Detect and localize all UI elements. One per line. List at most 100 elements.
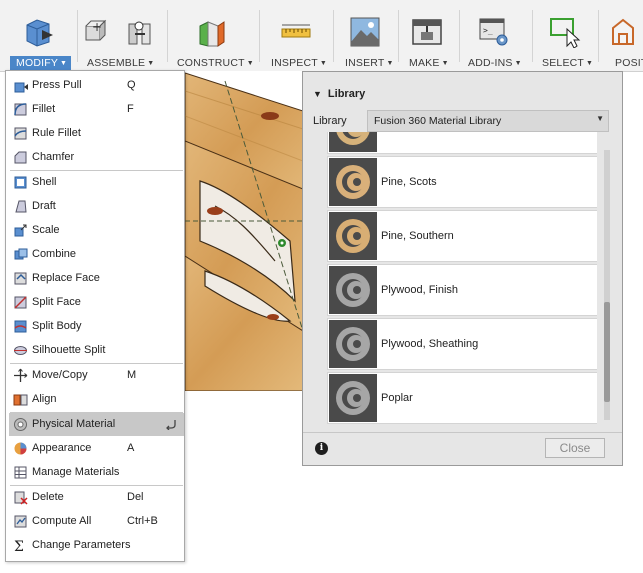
toolbar-group-add-ins[interactable]: >_ ADD-INS ▼ xyxy=(460,0,530,71)
menu-item-split-face[interactable]: Split Face xyxy=(9,291,184,314)
menu-item-combine[interactable]: Combine xyxy=(9,243,184,266)
shell-icon xyxy=(14,176,27,189)
material-row-plywood-sheathing[interactable]: Plywood, Sheathing xyxy=(327,318,597,370)
svg-text:>_: >_ xyxy=(483,26,493,35)
toolbar-group-modify[interactable]: MODIFY ▼ xyxy=(0,0,76,71)
select-icon xyxy=(550,18,581,48)
material-name: Poplar xyxy=(381,392,413,404)
library-select[interactable]: Fusion 360 Material Library ▼ xyxy=(367,110,609,132)
collapse-triangle-icon[interactable]: ▼ xyxy=(313,89,322,99)
menu-item-draft[interactable]: Draft xyxy=(9,195,184,218)
svg-text:+: + xyxy=(92,20,102,34)
menu-item-scale[interactable]: Scale xyxy=(9,219,184,242)
split-body-icon xyxy=(14,320,27,333)
menu-item-shell[interactable]: Shell xyxy=(9,171,184,194)
menu-item-label: Replace Face xyxy=(32,272,100,284)
menu-item-label: Shell xyxy=(32,176,57,188)
menu-item-split-body[interactable]: Split Body xyxy=(9,315,184,338)
material-row-pine-southern[interactable]: Pine, Southern xyxy=(327,210,597,262)
menu-item-label: Rule Fillet xyxy=(32,127,81,139)
inspect-icon xyxy=(281,24,311,38)
material-swatch-icon xyxy=(329,374,377,422)
menu-item-shortcut: A xyxy=(127,442,135,454)
canvas-viewport[interactable] xyxy=(185,71,303,391)
construct-icon xyxy=(199,21,225,47)
assemble-icon: + xyxy=(85,19,107,41)
material-swatch-icon xyxy=(329,320,377,368)
menu-item-shortcut: F xyxy=(127,103,134,115)
draft-icon xyxy=(15,200,27,213)
modify-icon xyxy=(26,19,53,47)
main-toolbar: MODIFY ▼ + ASSEMBLE ▼ CONSTRUCT ▼ INSPEC… xyxy=(0,0,643,72)
dropdown-arrow-icon: ▼ xyxy=(596,114,604,123)
delete-icon xyxy=(14,491,28,505)
menu-item-appearance[interactable]: Appearance A xyxy=(9,437,184,460)
toolbar-group-position[interactable]: POSIT xyxy=(599,0,643,71)
material-row-partial[interactable] xyxy=(327,132,597,154)
menu-item-label: Physical Material xyxy=(32,418,116,430)
inspect-label[interactable]: INSPECT ▼ xyxy=(271,56,327,70)
material-row-plywood-finish[interactable]: Plywood, Finish xyxy=(327,264,597,316)
menu-item-manage-materials[interactable]: Manage Materials xyxy=(9,461,184,484)
toolbar-group-make[interactable]: MAKE ▼ xyxy=(399,0,456,71)
info-icon[interactable]: i xyxy=(315,442,328,455)
add-ins-label[interactable]: ADD-INS ▼ xyxy=(468,56,522,70)
select-label[interactable]: SELECT ▼ xyxy=(542,56,593,70)
menu-item-physical-material[interactable]: Physical Material xyxy=(9,413,184,436)
panel-divider xyxy=(303,432,622,433)
menu-item-fillet[interactable]: Fillet F xyxy=(9,98,184,121)
assemble-label[interactable]: ASSEMBLE ▼ xyxy=(87,56,154,70)
make-icon xyxy=(412,19,442,45)
material-list-scrollbar[interactable] xyxy=(601,132,613,430)
manage-materials-icon xyxy=(14,466,27,479)
wood-model xyxy=(185,72,303,391)
split-face-icon xyxy=(14,296,27,309)
material-swatch-icon xyxy=(329,158,377,206)
insert-icon xyxy=(350,17,380,47)
move-copy-icon xyxy=(14,368,28,382)
menu-item-label: Split Body xyxy=(32,320,82,332)
menu-item-move-copy[interactable]: Move/Copy M xyxy=(9,364,184,387)
press-pull-icon xyxy=(14,82,28,93)
menu-item-shortcut: M xyxy=(127,369,137,381)
material-list: Pine, Scots Pine, Southern Plywood, Finish… xyxy=(327,132,597,432)
joint-icon xyxy=(128,21,151,45)
change-parameters-icon: Σ xyxy=(14,539,24,553)
library-section-header[interactable]: ▼ Library xyxy=(313,88,365,100)
toolbar-group-construct[interactable]: CONSTRUCT ▼ xyxy=(168,0,258,71)
position-label[interactable]: POSIT xyxy=(615,56,643,70)
toolbar-group-assemble[interactable]: + ASSEMBLE ▼ xyxy=(78,0,164,71)
material-name: Plywood, Finish xyxy=(381,284,459,296)
add-ins-icon: >_ xyxy=(479,18,508,46)
menu-item-press-pull[interactable]: Press Pull Q xyxy=(9,74,184,97)
menu-item-silhouette-split[interactable]: Silhouette Split xyxy=(9,339,184,362)
menu-item-delete[interactable]: Delete Del xyxy=(9,486,184,509)
menu-item-label: Draft xyxy=(32,200,56,212)
menu-item-replace-face[interactable]: Replace Face xyxy=(9,267,184,290)
scrollbar-thumb[interactable] xyxy=(604,302,610,402)
menu-item-label: Combine xyxy=(32,248,77,260)
menu-item-chamfer[interactable]: Chamfer xyxy=(9,146,184,169)
rule-fillet-icon xyxy=(14,127,27,140)
material-swatch-icon xyxy=(329,132,377,152)
position-icon xyxy=(612,18,634,45)
make-label[interactable]: MAKE ▼ xyxy=(409,56,449,70)
material-row-pine-scots[interactable]: Pine, Scots xyxy=(327,156,597,208)
menu-item-label: Silhouette Split xyxy=(32,344,106,356)
material-row-poplar[interactable]: Poplar xyxy=(327,372,597,424)
menu-item-label: Align xyxy=(32,393,57,405)
menu-item-align[interactable]: Align xyxy=(9,388,184,411)
physical-material-icon xyxy=(14,418,27,431)
menu-item-rule-fillet[interactable]: Rule Fillet xyxy=(9,122,184,145)
construct-label[interactable]: CONSTRUCT ▼ xyxy=(177,56,254,70)
insert-label[interactable]: INSERT ▼ xyxy=(345,56,394,70)
close-button[interactable]: Close xyxy=(545,438,605,458)
toolbar-group-insert[interactable]: INSERT ▼ xyxy=(334,0,396,71)
menu-item-change-parameters[interactable]: Σ Change Parameters xyxy=(9,534,184,557)
menu-item-compute-all[interactable]: Compute All Ctrl+B xyxy=(9,510,184,533)
toolbar-group-select[interactable]: SELECT ▼ xyxy=(533,0,596,71)
modify-label[interactable]: MODIFY ▼ xyxy=(10,56,72,70)
modify-dropdown-menu: Press Pull Q Fillet F Rule Fillet Chamfer Shel… xyxy=(5,70,185,562)
toolbar-group-inspect[interactable]: INSPECT ▼ xyxy=(260,0,328,71)
menu-item-label: Split Face xyxy=(32,296,81,308)
